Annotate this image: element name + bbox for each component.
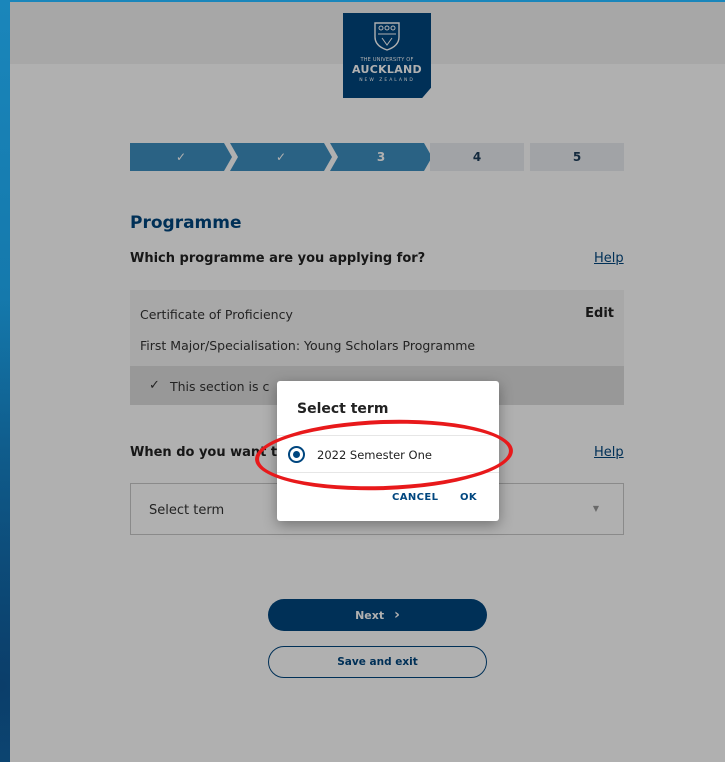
select-term-dialog: Select term 2022 Semester One CANCEL OK <box>277 381 499 521</box>
radio-selected-icon[interactable] <box>288 446 305 463</box>
term-option-2022-semester-one[interactable]: 2022 Semester One <box>277 435 499 473</box>
ok-button[interactable]: OK <box>460 492 477 503</box>
cancel-button[interactable]: CANCEL <box>392 492 438 503</box>
dialog-title: Select term <box>297 401 389 417</box>
term-option-label: 2022 Semester One <box>317 448 432 462</box>
